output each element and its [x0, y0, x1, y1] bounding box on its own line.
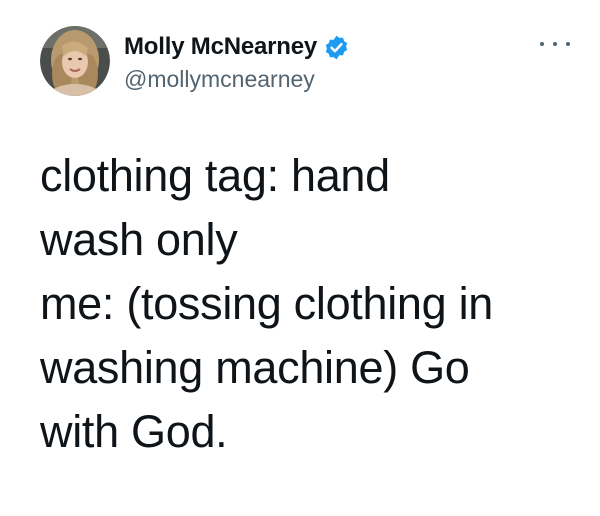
tweet-text-line: wash only [40, 214, 238, 265]
author-name-row: Molly McNearney [124, 30, 350, 64]
more-options-icon[interactable] [540, 36, 570, 52]
author-display-name[interactable]: Molly McNearney [124, 33, 317, 61]
more-dot [540, 42, 544, 46]
tweet-text: clothing tag: hand wash only me: (tossin… [40, 144, 580, 464]
tweet-card: Molly McNearney @mollymcnearney clothing… [0, 0, 600, 516]
avatar-image [40, 26, 110, 96]
tweet-text-line: with God. [40, 406, 228, 457]
avatar[interactable] [40, 26, 110, 96]
verified-badge-icon [323, 34, 350, 61]
tweet-text-line: clothing tag: hand [40, 150, 390, 201]
author-handle[interactable]: @mollymcnearney [124, 66, 315, 93]
tweet-text-line: washing machine) Go [40, 342, 470, 393]
tweet-text-line: me: (tossing clothing in [40, 278, 494, 329]
more-dot [553, 42, 557, 46]
more-dot [566, 42, 570, 46]
